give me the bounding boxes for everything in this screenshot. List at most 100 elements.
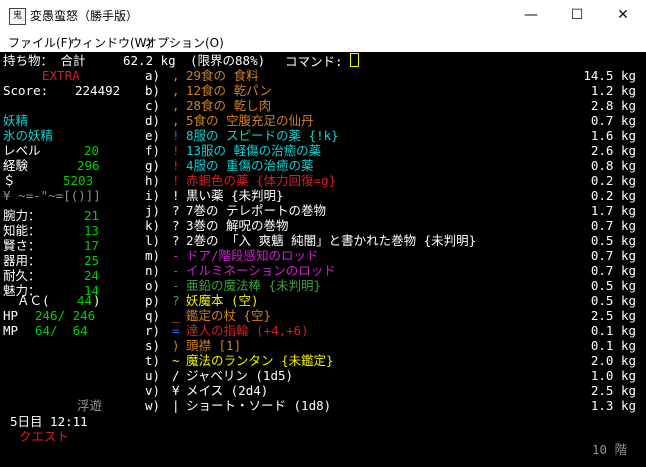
inventory-key[interactable]: l) <box>145 233 160 248</box>
inventory-item-weight: 14.5 kg <box>583 68 636 83</box>
menu-file[interactable]: ファイル(F) <box>8 34 72 51</box>
inventory-item-weight: 0.5 kg <box>590 233 636 248</box>
inventory-key[interactable]: m) <box>145 248 160 263</box>
inventory-item-name[interactable]: 5食の 空腹充足の仙丹 <box>186 113 314 128</box>
hp-value: 246/ 246 <box>35 308 96 323</box>
inventory-key[interactable]: f) <box>145 143 160 158</box>
inventory-item-name[interactable]: ジャベリン (1d5) <box>186 368 293 383</box>
inventory-key[interactable]: u) <box>145 368 160 383</box>
stat-label-con: 耐久： <box>3 268 41 283</box>
inventory-weight-limit: (限界の88%) <box>190 53 266 68</box>
inventory-item-name[interactable]: ショート・ソード (1d8) <box>186 398 331 413</box>
inventory-symbol-icon: ! <box>172 188 180 203</box>
game-terminal[interactable]: 持ち物： 合計 62.2 kg (限界の88%) コマンド: EXTRA Sco… <box>0 52 646 467</box>
inventory-item-weight: 0.7 kg <box>590 248 636 263</box>
menu-options[interactable]: オプション(O) <box>145 34 224 51</box>
inventory-item-name[interactable]: 魔法のランタン {未鑑定} <box>186 353 334 368</box>
gold-value: 5203 <box>63 173 94 188</box>
stat-label-wis: 賢さ： <box>3 238 41 253</box>
inventory-item-name[interactable]: 4服の 重傷の治癒の薬 <box>186 158 314 173</box>
ac-close: ) <box>93 293 101 308</box>
inventory-item-name[interactable]: 2巻の 「入 爽魑 純闇」と書かれた巻物 {未判明} <box>186 233 476 248</box>
inventory-item-name[interactable]: 29食の 食料 <box>186 68 259 83</box>
game-day-time: 5日目 12:11 <box>10 414 88 429</box>
mp-label: MP <box>3 323 19 338</box>
inventory-key[interactable]: q) <box>145 308 160 323</box>
inventory-key[interactable]: w) <box>145 398 160 413</box>
inventory-key[interactable]: i) <box>145 188 160 203</box>
inventory-item-weight: 0.7 kg <box>590 263 636 278</box>
inventory-item-name[interactable]: メイス (2d4) <box>186 383 268 398</box>
inventory-item-name[interactable]: ドア/階段感知のロッド <box>186 248 319 263</box>
inventory-item-name[interactable]: 亜鉛の魔法棒 {未判明} <box>186 278 321 293</box>
inventory-item-name[interactable]: 7巻の テレポートの巻物 <box>186 203 326 218</box>
inventory-key[interactable]: d) <box>145 113 160 128</box>
inventory-symbol-icon: , <box>172 68 180 83</box>
inventory-symbol-icon: ? <box>172 218 180 233</box>
inventory-symbol-icon: ? <box>172 203 180 218</box>
menu-window[interactable]: ウィンドウ(W) <box>70 34 151 51</box>
level-value: 20 <box>84 143 100 158</box>
inventory-header-label: 持ち物： 合計 <box>3 53 86 68</box>
maximize-icon[interactable]: ☐ <box>554 0 600 30</box>
inventory-key[interactable]: a) <box>145 68 160 83</box>
score-label: Score: <box>3 83 49 98</box>
inventory-symbol-icon: ¥ <box>172 383 180 398</box>
inventory-item-name[interactable]: 鑑定の杖 {空} <box>186 308 271 323</box>
inventory-symbol-icon: ? <box>172 233 180 248</box>
inventory-key[interactable]: o) <box>145 278 160 293</box>
inventory-item-weight: 2.6 kg <box>590 143 636 158</box>
ac-value: 44 <box>77 293 93 308</box>
inventory-item-name[interactable]: 妖魔本 (空) <box>186 293 259 308</box>
inventory-key[interactable]: e) <box>145 128 160 143</box>
inventory-symbol-icon: = <box>172 323 180 338</box>
inventory-item-name[interactable]: 8服の スピードの薬 {!k} <box>186 128 339 143</box>
inventory-key[interactable]: j) <box>145 203 160 218</box>
close-icon[interactable]: ✕ <box>600 0 646 30</box>
inventory-item-name[interactable]: 12食の 乾パン <box>186 83 272 98</box>
inventory-item-weight: 0.1 kg <box>590 323 636 338</box>
minimize-icon[interactable]: — <box>508 0 554 30</box>
level-label: レベル <box>3 143 41 158</box>
inventory-symbol-icon: - <box>172 248 180 263</box>
app-icon[interactable]: 鬼 <box>9 8 26 25</box>
stat-value-str: 21 <box>84 208 100 223</box>
ac-label: ＡＣ( <box>17 293 50 308</box>
inventory-item-weight: 1.0 kg <box>590 368 636 383</box>
class: 氷の妖精 <box>3 128 54 143</box>
inventory-item-name[interactable]: 達人の指輪 (+4,+6) <box>186 323 309 338</box>
inventory-key[interactable]: n) <box>145 263 160 278</box>
inventory-total-weight: 62.2 kg <box>123 53 176 68</box>
inventory-key[interactable]: t) <box>145 353 160 368</box>
inventory-item-name[interactable]: 3巻の 解呪の巻物 <box>186 218 289 233</box>
inventory-key[interactable]: v) <box>145 383 160 398</box>
inventory-item-name[interactable]: 13服の 軽傷の治癒の薬 <box>186 143 321 158</box>
inventory-item-weight: 0.5 kg <box>590 278 636 293</box>
inventory-item-weight: 1.7 kg <box>590 203 636 218</box>
inventory-item-name[interactable]: 頭襟 [1] <box>186 338 241 353</box>
inventory-item-weight: 1.2 kg <box>590 83 636 98</box>
inventory-item-weight: 0.8 kg <box>590 158 636 173</box>
exp-value: 296 <box>77 158 100 173</box>
inventory-item-name[interactable]: イルミネーションのロッド <box>186 263 336 278</box>
inventory-key[interactable]: s) <box>145 338 160 353</box>
inventory-key[interactable]: p) <box>145 293 160 308</box>
inventory-item-weight: 1.3 kg <box>590 398 636 413</box>
inventory-item-name[interactable]: 赤銅色の薬 {体力回復=g} <box>186 173 336 188</box>
inventory-symbol-icon: ) <box>172 338 180 353</box>
mp-value: 64/ 64 <box>35 323 88 338</box>
race: 妖精 <box>3 113 29 128</box>
inventory-item-name[interactable]: 28食の 乾し肉 <box>186 98 271 113</box>
inventory-symbol-icon: , <box>172 98 180 113</box>
inventory-item-name[interactable]: 黒い薬 {未判明} <box>186 188 284 203</box>
inventory-key[interactable]: g) <box>145 158 160 173</box>
inventory-key[interactable]: r) <box>145 323 160 338</box>
gold-label: ＄ <box>3 173 16 188</box>
inventory-item-weight: 0.5 kg <box>590 293 636 308</box>
inventory-key[interactable]: b) <box>145 83 160 98</box>
inventory-key[interactable]: c) <box>145 98 160 113</box>
inventory-key[interactable]: h) <box>145 173 160 188</box>
inventory-item-weight: 2.8 kg <box>590 98 636 113</box>
inventory-item-weight: 2.5 kg <box>590 383 636 398</box>
inventory-key[interactable]: k) <box>145 218 160 233</box>
